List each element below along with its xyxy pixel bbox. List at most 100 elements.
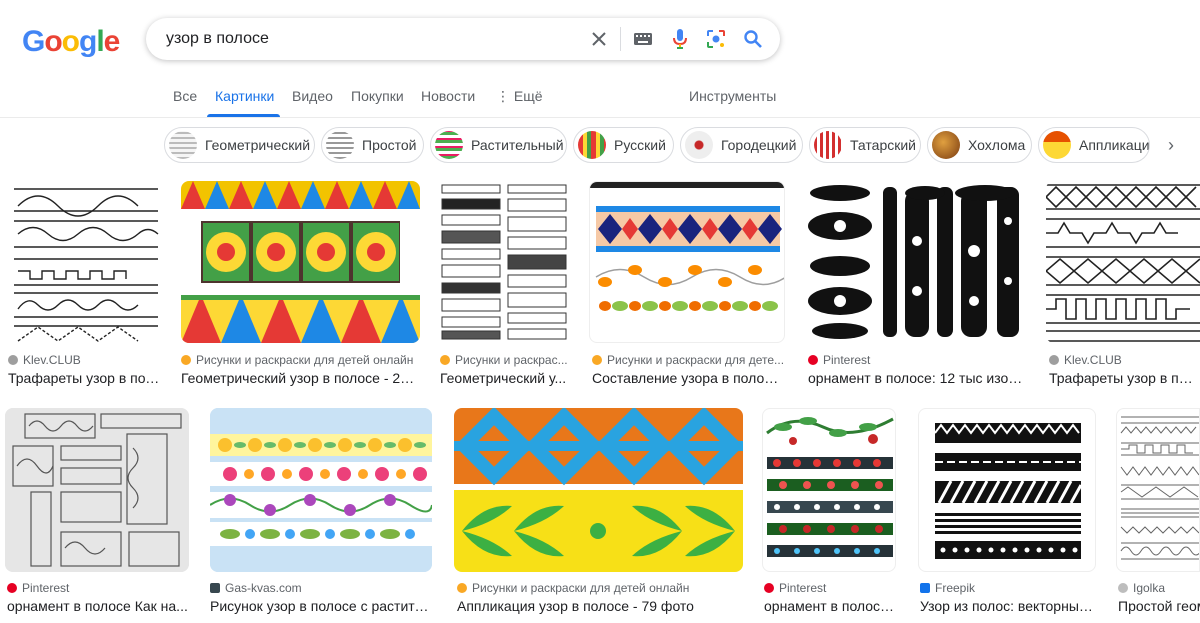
result-source[interactable]: Pinterest bbox=[808, 353, 1027, 367]
result-source[interactable]: Klev.CLUB bbox=[8, 353, 160, 367]
chip-thumbnail bbox=[435, 131, 463, 159]
result-caption[interactable]: Геометрический узор в полосе - 22 ... bbox=[181, 370, 420, 386]
source-label: Рисунки и раскраски для детей онлайн bbox=[472, 581, 690, 595]
result-caption[interactable]: Трафареты узор в пол... bbox=[8, 370, 160, 386]
result-caption[interactable]: Составление узора в полосе... bbox=[592, 370, 785, 386]
search-icon[interactable] bbox=[740, 26, 766, 52]
tab-images[interactable]: Картинки bbox=[215, 88, 274, 104]
result-source[interactable]: Рисунки и раскраски для дете... bbox=[592, 353, 785, 367]
result-source[interactable]: Рисунки и раскраски для детей онлайн bbox=[457, 581, 743, 595]
result-caption[interactable]: Узор из полос: векторные... bbox=[920, 598, 1096, 614]
chip-thumbnail bbox=[685, 131, 713, 159]
chip-thumbnail bbox=[326, 131, 354, 159]
search-box[interactable]: узор в полосе bbox=[146, 18, 780, 60]
result-thumbnail[interactable] bbox=[5, 408, 189, 572]
result-source[interactable]: Pinterest bbox=[7, 581, 189, 595]
chip-label: Растительный bbox=[471, 137, 564, 153]
source-favicon bbox=[1049, 355, 1059, 365]
result-thumbnail[interactable] bbox=[454, 408, 743, 572]
source-favicon bbox=[210, 583, 220, 593]
result-source[interactable]: Igolka bbox=[1118, 581, 1200, 595]
chip-label: Татарский bbox=[850, 137, 916, 153]
more-dots-icon: ⋮ bbox=[496, 88, 514, 104]
result-source[interactable]: Gas-kvas.com bbox=[210, 581, 432, 595]
tab-more[interactable]: ⋮ Ещё bbox=[496, 88, 543, 105]
microphone-icon[interactable] bbox=[667, 26, 693, 52]
search-divider bbox=[620, 27, 621, 51]
chip-gorodets[interactable]: Городецкий bbox=[680, 127, 803, 163]
source-label: Pinterest bbox=[823, 353, 871, 367]
source-favicon bbox=[1118, 583, 1128, 593]
result-thumbnail[interactable] bbox=[1046, 181, 1200, 343]
chip-label: Хохлома bbox=[968, 137, 1026, 153]
result-thumbnail[interactable] bbox=[918, 408, 1096, 572]
source-label: Igolka bbox=[1133, 581, 1166, 595]
google-logo[interactable]: Google bbox=[22, 25, 120, 59]
result-caption[interactable]: Геометрический у... bbox=[440, 370, 568, 386]
result-thumbnail[interactable] bbox=[762, 408, 896, 572]
source-favicon bbox=[181, 355, 191, 365]
freepik-icon bbox=[920, 583, 930, 593]
source-label: Klev.CLUB bbox=[23, 353, 81, 367]
chip-applique[interactable]: Аппликация bbox=[1038, 127, 1150, 163]
source-label: Рисунки и раскраски для детей онлайн bbox=[196, 353, 414, 367]
source-favicon bbox=[592, 355, 602, 365]
clear-icon[interactable] bbox=[586, 26, 612, 52]
result-caption[interactable]: орнамент в полосе Как на... bbox=[7, 598, 189, 614]
chip-floral[interactable]: Растительный bbox=[430, 127, 567, 163]
result-caption[interactable]: Трафареты узор в пол... bbox=[1049, 370, 1200, 386]
header-divider bbox=[0, 117, 1200, 118]
chip-russian[interactable]: Русский bbox=[573, 127, 674, 163]
chip-geometric[interactable]: Геометрический bbox=[164, 127, 315, 163]
chip-tatar[interactable]: Татарский bbox=[809, 127, 921, 163]
lens-icon[interactable] bbox=[703, 26, 729, 52]
tools-button[interactable]: Инструменты bbox=[689, 88, 776, 104]
pinterest-icon bbox=[7, 583, 17, 593]
source-favicon bbox=[8, 355, 18, 365]
source-favicon bbox=[440, 355, 450, 365]
result-source[interactable]: Рисунки и раскрас... bbox=[440, 353, 568, 367]
chip-thumbnail bbox=[932, 131, 960, 159]
chevron-right-icon[interactable]: › bbox=[1158, 135, 1184, 157]
result-thumbnail[interactable] bbox=[805, 181, 1027, 343]
pinterest-icon bbox=[764, 583, 774, 593]
tab-video[interactable]: Видео bbox=[292, 88, 333, 104]
result-thumbnail[interactable] bbox=[8, 181, 160, 343]
source-label: Рисунки и раскраски для дете... bbox=[607, 353, 785, 367]
result-caption[interactable]: орнамент в полосе... bbox=[764, 598, 896, 614]
source-label: Klev.CLUB bbox=[1064, 353, 1122, 367]
result-source[interactable]: Klev.CLUB bbox=[1049, 353, 1200, 367]
chip-simple[interactable]: Простой bbox=[321, 127, 424, 163]
search-input[interactable]: узор в полосе bbox=[166, 30, 269, 48]
source-label: Рисунки и раскрас... bbox=[455, 353, 568, 367]
chip-thumbnail bbox=[578, 131, 606, 159]
chip-label: Геометрический bbox=[205, 137, 311, 153]
result-caption[interactable]: Рисунок узор в полосе с растител... bbox=[210, 598, 432, 614]
result-source[interactable]: Рисунки и раскраски для детей онлайн bbox=[181, 353, 420, 367]
chip-thumbnail bbox=[169, 131, 197, 159]
result-thumbnail[interactable] bbox=[210, 408, 432, 572]
source-label: Pinterest bbox=[22, 581, 70, 595]
result-source[interactable]: Pinterest bbox=[764, 581, 896, 595]
tab-all[interactable]: Все bbox=[173, 88, 197, 104]
tab-shopping[interactable]: Покупки bbox=[351, 88, 404, 104]
result-source[interactable]: Freepik bbox=[920, 581, 1096, 595]
result-caption[interactable]: орнамент в полосе: 12 тыс изоб... bbox=[808, 370, 1027, 386]
chip-label: Простой bbox=[362, 137, 417, 153]
tab-news[interactable]: Новости bbox=[421, 88, 475, 104]
result-caption[interactable]: Аппликация узор в полосе - 79 фото bbox=[457, 598, 743, 614]
result-thumbnail[interactable] bbox=[589, 181, 785, 343]
result-caption[interactable]: Простой геом bbox=[1118, 598, 1200, 614]
result-thumbnail[interactable] bbox=[440, 181, 568, 343]
source-label: Gas-kvas.com bbox=[225, 581, 302, 595]
chip-label: Аппликация bbox=[1079, 137, 1150, 153]
result-thumbnail[interactable] bbox=[1116, 408, 1200, 572]
chip-thumbnail bbox=[814, 131, 842, 159]
search-tabs: Все Картинки Видео Покупки Новости ⋮ Ещё… bbox=[0, 88, 1200, 118]
chip-label: Городецкий bbox=[721, 137, 797, 153]
pinterest-icon bbox=[808, 355, 818, 365]
result-thumbnail[interactable] bbox=[181, 181, 420, 343]
source-label: Freepik bbox=[935, 581, 976, 595]
chip-khokhloma[interactable]: Хохлома bbox=[927, 127, 1032, 163]
keyboard-icon[interactable] bbox=[630, 26, 656, 52]
